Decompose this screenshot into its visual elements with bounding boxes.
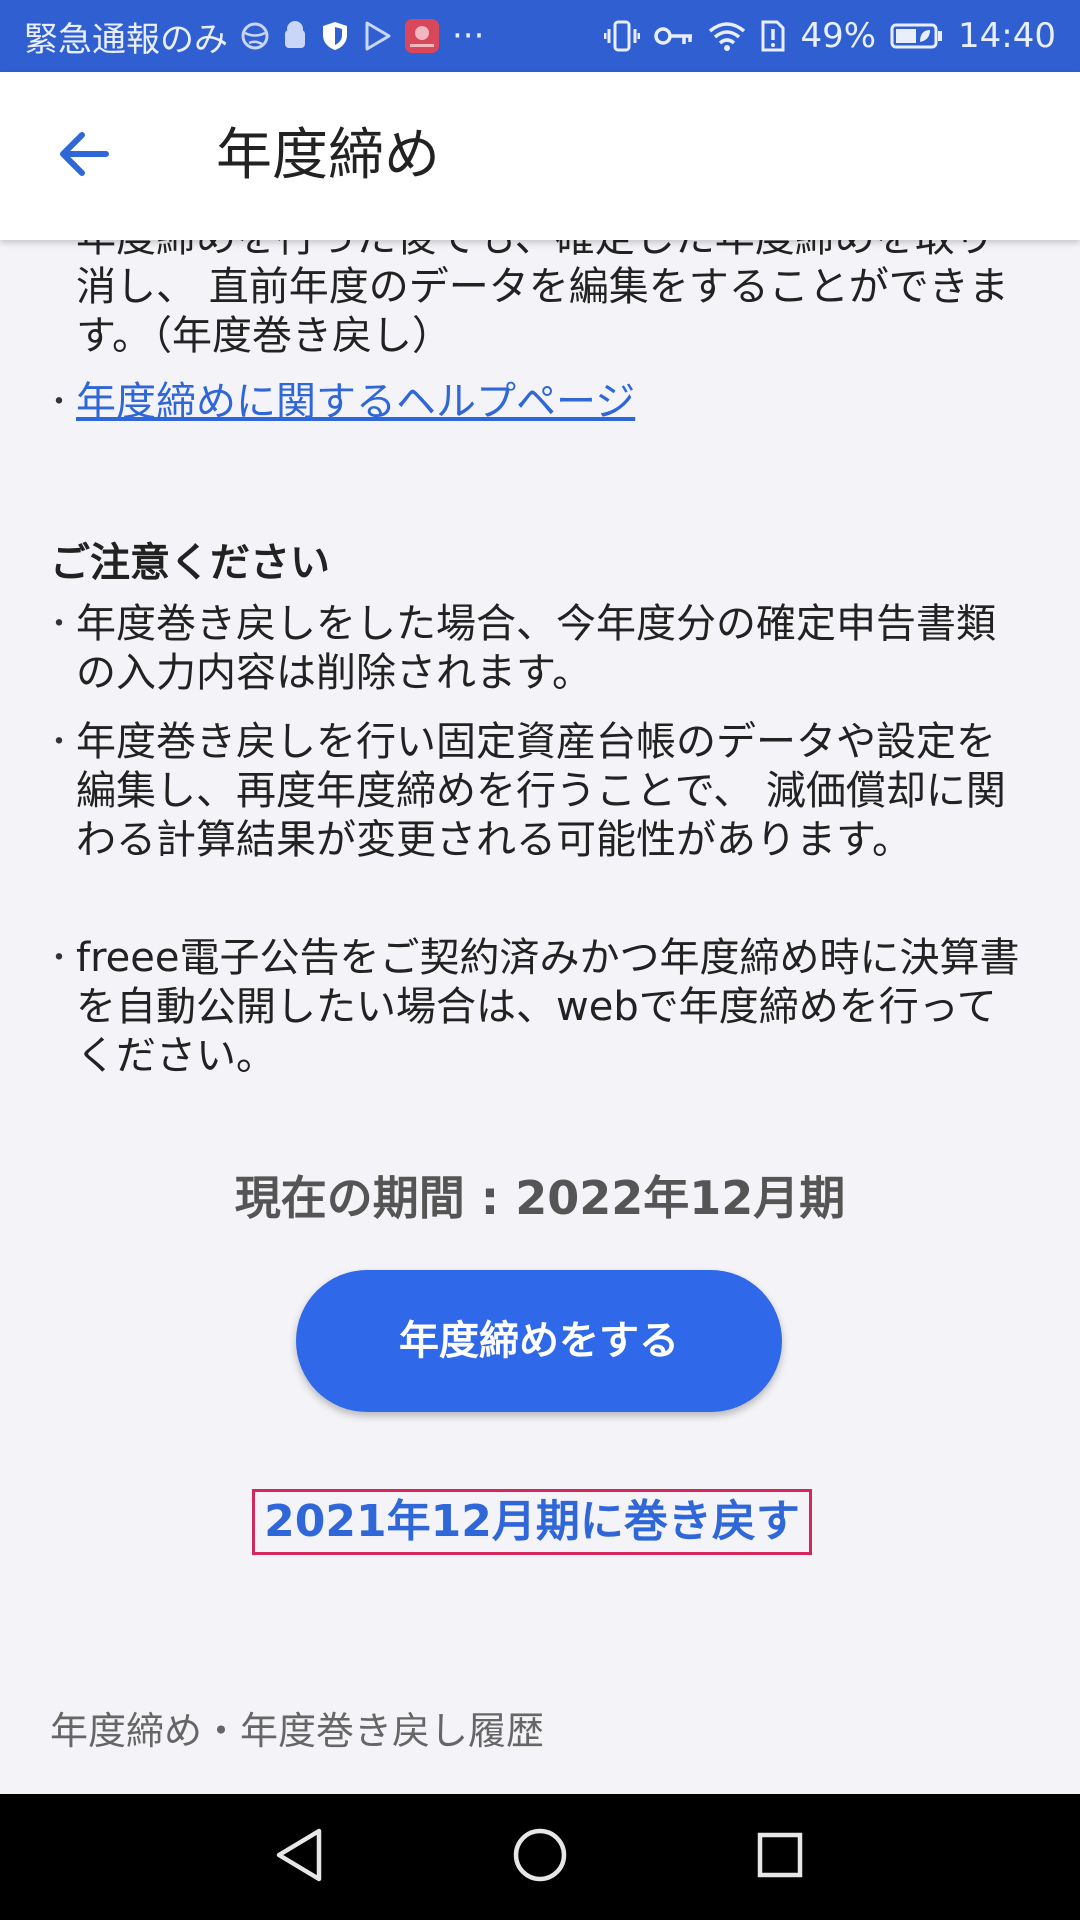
nav-recents-button[interactable] <box>740 1817 820 1897</box>
notice-heading: ご注意ください <box>50 540 330 586</box>
android-icon <box>282 20 308 52</box>
shield-icon <box>320 20 350 52</box>
globe-icon <box>240 21 270 51</box>
status-bar-right: 49% 14:40 <box>604 0 1056 72</box>
status-bar-left: 緊急通報のみ ··· <box>24 0 484 72</box>
rollback-link[interactable]: 2021年12月期に巻き戻す <box>252 1489 812 1555</box>
close-year-button[interactable]: 年度締めをする <box>296 1270 782 1412</box>
battery-saver-icon <box>890 22 944 50</box>
sim-alert-icon <box>760 19 786 53</box>
notice-item: ・ 年度巻き戻しを行い固定資産台帳のデータや設定を編集し、再度年度締めを行うこと… <box>44 718 1034 865</box>
notice-item-text: 年度巻き戻しを行い固定資産台帳のデータや設定を編集し、再度年度締めを行うことで、… <box>76 719 1006 863</box>
overflow-indicator: ··· <box>452 16 485 56</box>
carrier-text: 緊急通報のみ <box>24 19 228 60</box>
app-bar: 年度締め <box>0 72 1080 240</box>
vpn-key-icon <box>654 24 694 48</box>
bullet: ・ <box>44 725 74 760</box>
history-link[interactable]: 年度締め・年度巻き戻し履歴 <box>50 1700 544 1755</box>
help-link-row: ・ 年度締めに関するヘルプページ <box>44 378 1034 427</box>
notice-item: ・ freee電子公告をご契約済みかつ年度締め時に決算書を自動公開したい場合は、… <box>44 934 1034 1081</box>
bullet: ・ <box>44 941 74 976</box>
nav-back-button[interactable] <box>259 1817 339 1897</box>
wifi-icon <box>708 20 746 52</box>
back-triangle-icon <box>273 1827 325 1887</box>
status-bar: 緊急通報のみ ··· 49% 14:40 <box>0 0 1080 72</box>
notice-item: ・ 年度巻き戻しをした場合、今年度分の確定申告書類の入力内容は削除されます。 <box>44 600 1034 698</box>
vibrate-icon <box>604 19 641 53</box>
play-store-icon <box>362 20 392 52</box>
clock: 14:40 <box>958 16 1056 56</box>
help-page-link[interactable]: 年度締めに関するヘルプページ <box>76 378 635 427</box>
page-title: 年度締め <box>216 123 440 188</box>
recents-square-icon <box>756 1831 804 1883</box>
home-circle-icon <box>512 1827 568 1887</box>
current-period-label: 現在の期間 : 2022年12月期 <box>234 1171 846 1225</box>
nav-home-button[interactable] <box>500 1817 580 1897</box>
battery-percent: 49% <box>800 16 877 56</box>
arrow-left-icon <box>58 131 110 181</box>
bullet: ・ <box>44 607 74 642</box>
notice-item-text: freee電子公告をご契約済みかつ年度締め時に決算書を自動公開したい場合は、we… <box>76 935 1020 1079</box>
huawei-app-icon <box>404 18 440 54</box>
navigation-bar <box>0 1794 1080 1920</box>
bullet: ・ <box>44 385 74 420</box>
back-button[interactable] <box>44 116 124 196</box>
notice-item-text: 年度巻き戻しをした場合、今年度分の確定申告書類の入力内容は削除されます。 <box>76 601 996 696</box>
